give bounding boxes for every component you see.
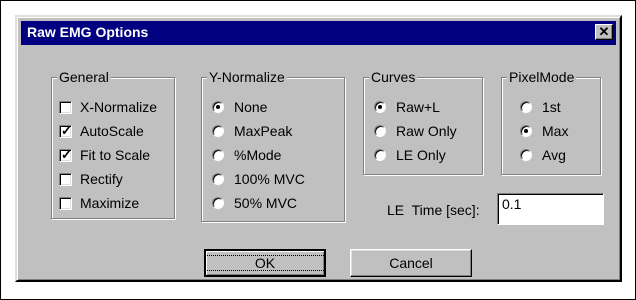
radio-pixel-max[interactable]: Max [520,121,568,141]
checkbox-autoscale[interactable]: ✓ AutoScale [59,121,144,141]
radio-y-maxpeak[interactable]: MaxPeak [212,121,292,141]
pixelmode-group: PixelMode 1st Max Avg [501,69,601,175]
radio-dot-icon [524,129,528,133]
ok-button-label: OK [203,255,327,271]
radio-label: %Mode [234,147,282,163]
radio-y-mode[interactable]: %Mode [212,145,281,165]
radio-y-50-mvc[interactable]: 50% MVC [212,193,297,213]
window-frame: Raw EMG Options ✕ General X-Normalize ✓ … [0,0,636,300]
raw-emg-options-dialog: Raw EMG Options ✕ General X-Normalize ✓ … [15,15,622,282]
radio-button[interactable] [520,125,532,137]
radio-dot-icon [216,105,220,109]
close-icon: ✕ [598,24,610,39]
radio-label: Raw+L [396,99,440,115]
general-group-label: General [57,69,111,85]
radio-curves-le-only[interactable]: LE Only [374,145,446,165]
radio-label: 1st [542,99,561,115]
radio-label: Raw Only [396,123,457,139]
radio-curves-raw-l[interactable]: Raw+L [374,97,440,117]
y-normalize-group: Y-Normalize None MaxPeak %Mode 100% MVC … [201,69,345,222]
curves-group: Curves Raw+L Raw Only LE Only [363,69,483,175]
checkbox-x-normalize[interactable]: X-Normalize [59,97,157,117]
checkbox-label: Fit to Scale [80,147,151,163]
radio-pixel-avg[interactable]: Avg [520,145,566,165]
radio-label: 50% MVC [234,195,298,211]
close-button[interactable]: ✕ [595,24,613,40]
radio-button[interactable] [212,101,224,113]
radio-button[interactable] [520,149,532,161]
checkbox-label: Rectify [80,171,123,187]
checkbox-fit-to-scale[interactable]: ✓ Fit to Scale [59,145,150,165]
radio-y-none[interactable]: None [212,97,267,117]
checkbox-rectify[interactable]: Rectify [59,169,123,189]
checkbox-box[interactable] [59,172,72,186]
checkbox-label: Maximize [80,195,140,211]
radio-dot-icon [378,105,382,109]
check-icon: ✓ [61,122,72,138]
radio-label: Avg [542,147,566,163]
checkbox-box[interactable] [59,100,72,114]
radio-button[interactable] [212,125,224,137]
checkbox-box[interactable]: ✓ [59,122,72,138]
radio-button[interactable] [374,101,386,113]
ok-button[interactable]: OK [203,249,327,277]
check-icon: ✓ [61,146,72,162]
curves-group-label: Curves [369,69,418,85]
checkbox-box[interactable]: ✓ [59,146,72,162]
radio-label: 100% MVC [234,171,305,187]
radio-label: Max [542,123,569,139]
radio-pixel-1st[interactable]: 1st [520,97,561,117]
pixelmode-group-label: PixelMode [507,69,577,85]
y-normalize-group-label: Y-Normalize [207,69,287,85]
checkbox-label: AutoScale [80,123,144,139]
cancel-button[interactable]: Cancel [350,249,472,277]
title-bar[interactable]: Raw EMG Options ✕ [21,21,616,45]
radio-button[interactable] [212,197,224,209]
radio-label: MaxPeak [234,123,293,139]
checkbox-maximize[interactable]: Maximize [59,193,139,213]
general-group: General X-Normalize ✓ AutoScale ✓ Fit to… [51,69,175,219]
radio-y-100-mvc[interactable]: 100% MVC [212,169,305,189]
dialog-title: Raw EMG Options [27,24,149,40]
radio-curves-raw-only[interactable]: Raw Only [374,121,457,141]
radio-button[interactable] [212,173,224,185]
radio-button[interactable] [374,125,386,137]
radio-label: LE Only [396,147,446,163]
checkbox-box[interactable] [59,196,72,210]
radio-button[interactable] [520,101,532,113]
radio-label: None [234,99,268,115]
radio-button[interactable] [374,149,386,161]
cancel-button-label: Cancel [389,255,433,271]
radio-button[interactable] [212,149,224,161]
checkbox-label: X-Normalize [80,99,158,115]
le-time-input[interactable]: 0.1 [497,193,604,225]
le-time-label: LE Time [sec]: [387,202,480,218]
